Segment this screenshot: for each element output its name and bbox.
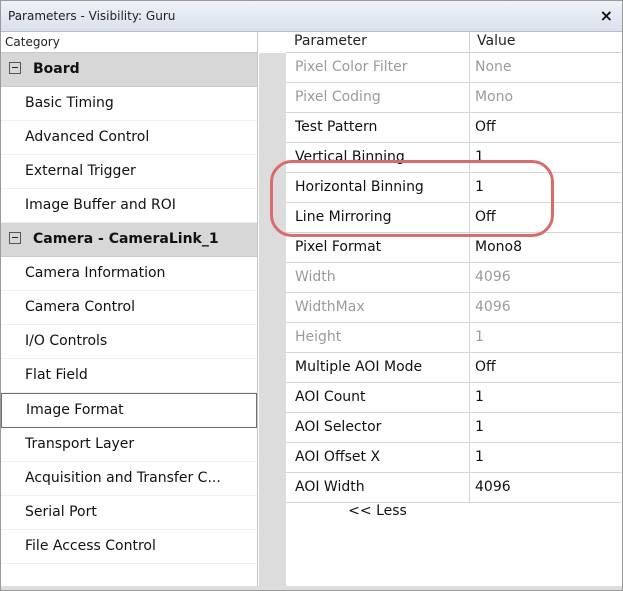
parameters-window: Parameters - Visibility: Guru × Category… [0,0,623,591]
parameter-name: Line Mirroring [295,209,392,225]
parameter-panel: Parameter Value Pixel Color Filter None … [259,32,622,590]
parameter-gutter [259,53,286,590]
parameter-value[interactable]: Mono [475,89,513,105]
parameter-row[interactable]: Pixel Color Filter None [286,53,621,83]
parameter-value[interactable]: 4096 [475,269,511,285]
category-item-file-access-control[interactable]: File Access Control [1,530,257,564]
cell-divider [469,263,470,292]
parameter-name: Pixel Coding [295,89,381,105]
parameter-column-header: Parameter [294,33,367,49]
parameter-row[interactable]: Height 1 [286,323,621,353]
parameter-value[interactable]: 4096 [475,299,511,315]
less-row[interactable]: << Less [286,503,621,532]
parameter-row[interactable]: Width 4096 [286,263,621,293]
collapse-icon[interactable] [9,232,21,244]
parameter-value[interactable]: Off [475,209,496,225]
parameter-name: Height [295,329,342,345]
group-label: Board [33,61,80,77]
parameter-table-header: Parameter Value [286,32,621,53]
cell-divider [469,473,470,502]
parameter-value[interactable]: Off [475,359,496,375]
parameter-value[interactable]: 1 [475,179,484,195]
parameter-value[interactable]: 4096 [475,479,511,495]
parameter-row[interactable]: AOI Count 1 [286,383,621,413]
parameter-row[interactable]: Horizontal Binning 1 [286,173,621,203]
window-title: Parameters - Visibility: Guru [8,9,176,23]
parameter-value[interactable]: None [475,59,512,75]
parameter-row[interactable]: Test Pattern Off [286,113,621,143]
cell-divider [469,203,470,232]
category-item-image-buffer-and-roi[interactable]: Image Buffer and ROI [1,189,257,223]
cell-divider [469,233,470,262]
cell-divider [469,143,470,172]
parameter-row[interactable]: Multiple AOI Mode Off [286,353,621,383]
parameter-name: AOI Offset X [295,449,381,465]
cell-divider [469,413,470,442]
parameter-name: Test Pattern [295,119,378,135]
category-panel: Category Board Basic Timing Advanced Con… [1,32,258,590]
parameter-value[interactable]: 1 [475,329,484,345]
parameter-name: WidthMax [295,299,365,315]
category-item-camera-control[interactable]: Camera Control [1,291,257,325]
column-divider [469,32,470,52]
parameter-name: AOI Selector [295,419,382,435]
parameter-value[interactable]: 1 [475,389,484,405]
category-item-basic-timing[interactable]: Basic Timing [1,87,257,121]
parameter-name: Horizontal Binning [295,179,424,195]
category-item-image-format[interactable]: Image Format [1,393,257,428]
parameter-value[interactable]: Off [475,119,496,135]
parameter-row[interactable]: AOI Width 4096 [286,473,621,503]
parameter-row[interactable]: Line Mirroring Off [286,203,621,233]
category-item-transport-layer[interactable]: Transport Layer [1,428,257,462]
category-item-advanced-control[interactable]: Advanced Control [1,121,257,155]
cell-divider [469,113,470,142]
parameter-name: AOI Width [295,479,365,495]
parameter-rows: Pixel Color Filter None Pixel Coding Mon… [286,53,621,532]
less-button[interactable]: << Less [286,503,469,519]
parameter-name: Multiple AOI Mode [295,359,423,375]
cell-divider [469,293,470,322]
parameter-value[interactable]: 1 [475,449,484,465]
group-label: Camera - CameraLink_1 [33,231,219,247]
cell-divider [469,353,470,382]
cell-divider [469,443,470,472]
parameter-name: Width [295,269,336,285]
group-camera-link[interactable]: Camera - CameraLink_1 [1,223,257,257]
collapse-icon[interactable] [9,62,21,74]
category-header: Category [1,32,257,53]
cell-divider [469,83,470,112]
parameter-row[interactable]: Pixel Coding Mono [286,83,621,113]
category-item-acquisition-and-transfer[interactable]: Acquisition and Transfer C... [1,462,257,496]
cell-divider [469,323,470,352]
parameter-value[interactable]: Mono8 [475,239,522,255]
parameter-row[interactable]: Vertical Binning 1 [286,143,621,173]
group-board[interactable]: Board [1,53,257,87]
cell-divider [469,173,470,202]
parameter-value[interactable]: 1 [475,419,484,435]
category-item-camera-information[interactable]: Camera Information [1,257,257,291]
parameter-row[interactable]: Pixel Format Mono8 [286,233,621,263]
parameter-name: AOI Count [295,389,366,405]
parameter-name: Pixel Color Filter [295,59,408,75]
parameter-name: Pixel Format [295,239,382,255]
cell-divider [469,383,470,412]
parameter-row[interactable]: AOI Selector 1 [286,413,621,443]
parameter-name: Vertical Binning [295,149,405,165]
category-item-external-trigger[interactable]: External Trigger [1,155,257,189]
category-item-flat-field[interactable]: Flat Field [1,359,257,393]
parameter-value[interactable]: 1 [475,149,484,165]
category-item-serial-port[interactable]: Serial Port [1,496,257,530]
parameter-row[interactable]: AOI Offset X 1 [286,443,621,473]
value-column-header: Value [477,33,516,49]
bottom-border [1,586,622,590]
title-bar: Parameters - Visibility: Guru × [1,1,622,32]
parameter-row[interactable]: WidthMax 4096 [286,293,621,323]
cell-divider [469,53,470,82]
category-item-io-controls[interactable]: I/O Controls [1,325,257,359]
close-icon[interactable]: × [600,6,613,25]
